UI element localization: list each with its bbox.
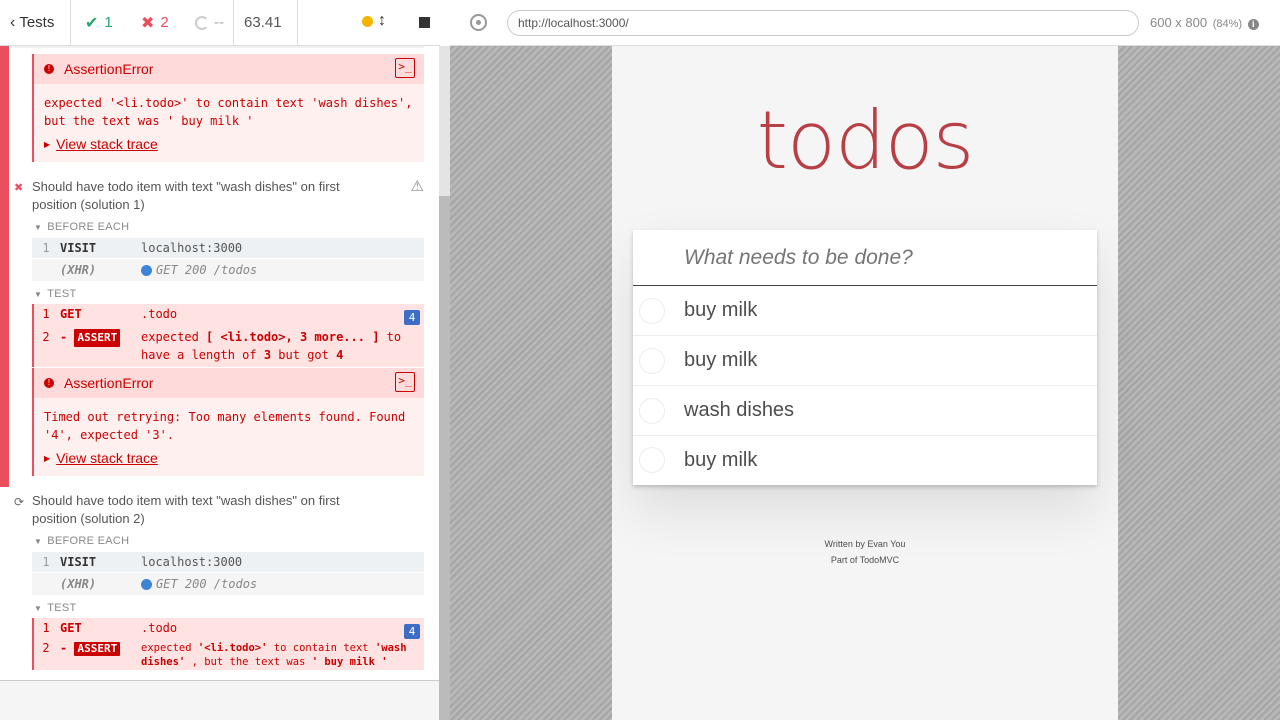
stop-button[interactable] — [419, 17, 430, 28]
error-header: ! AssertionError >_ — [34, 368, 424, 398]
toggle-checkbox[interactable] — [639, 447, 665, 473]
check-icon: ✔ — [85, 14, 99, 32]
todo-item[interactable]: buy milk — [633, 286, 1097, 336]
todo-label: buy milk — [684, 448, 758, 471]
duration: 63.41 — [234, 0, 298, 46]
viewport-info[interactable]: 600 x 800 (84%) i — [1150, 15, 1259, 30]
chevron-left-icon: ‹ — [10, 13, 16, 31]
toggle-checkbox[interactable] — [639, 347, 665, 374]
reporter-scrollbar[interactable] — [439, 46, 450, 720]
failed-count[interactable]: ✖ 2 — [129, 13, 183, 33]
before-each-section[interactable]: ▼ BEFORE EACH — [34, 221, 129, 233]
print-to-console-icon[interactable]: >_ — [395, 58, 415, 78]
spinner-icon — [195, 15, 209, 30]
toggle-checkbox[interactable] — [639, 297, 665, 324]
test-section[interactable]: ▼ TEST — [34, 602, 77, 614]
test-reporter: ‹ Tests ✔ 1 ✖ 2 -- 63.41 ↕ ! AssertionEr… — [0, 0, 440, 720]
todo-item[interactable]: buy milk — [633, 435, 1097, 485]
todo-label: buy milk — [684, 299, 758, 321]
scrollbar-thumb[interactable] — [439, 196, 450, 720]
caret-right-icon: ▶ — [44, 453, 51, 463]
reporter-header: ‹ Tests ✔ 1 ✖ 2 -- 63.41 ↕ — [0, 0, 440, 46]
assertion-error-panel: ! AssertionError >_ expected '<li.todo>'… — [32, 54, 424, 162]
error-message: expected '<li.todo>' to contain text 'wa… — [44, 96, 413, 128]
running-indicator-icon — [362, 16, 373, 27]
command-row[interactable]: (XHR) GET 200 /todos — [32, 573, 424, 595]
command-row[interactable]: 1 VISIT localhost:3000 — [32, 552, 424, 572]
error-title: AssertionError — [64, 61, 154, 77]
pending-count[interactable]: -- — [183, 14, 233, 31]
command-row[interactable]: 1 VISIT localhost:3000 — [32, 238, 424, 258]
caret-down-icon: ▼ — [34, 289, 43, 299]
warning-icon[interactable]: ⚠ — [411, 178, 424, 196]
stack-trace-toggle[interactable]: ▶ View stack trace — [34, 444, 424, 466]
error-message: Timed out retrying: Too many elements fo… — [44, 410, 406, 442]
todo-label: buy milk — [684, 349, 758, 371]
reporter-footer — [0, 680, 440, 720]
stack-trace-toggle[interactable]: ▶ View stack trace — [34, 130, 424, 152]
before-each-section[interactable]: ▼ BEFORE EACH — [34, 535, 129, 547]
xhr-status-dot-icon — [141, 578, 152, 590]
command-row[interactable]: 2 - ASSERT expected '<li.todo>' to conta… — [32, 641, 424, 669]
x-icon: ✖ — [141, 14, 155, 32]
command-row[interactable]: 1 GET .todo 4 — [32, 307, 424, 325]
command-row[interactable]: 2 - ASSERT expected [ <li.todo>, 3 more.… — [32, 328, 424, 364]
caret-down-icon: ▼ — [34, 536, 43, 546]
failed-indicator-bar — [0, 46, 9, 487]
new-todo-input[interactable] — [633, 230, 1097, 286]
app-footer-info: Written by Evan You Part of TodoMVC — [824, 539, 906, 565]
tests-label: Tests — [19, 14, 55, 31]
test-section[interactable]: ▼ TEST — [34, 288, 77, 300]
print-to-console-icon[interactable]: >_ — [395, 372, 415, 392]
caret-down-icon: ▼ — [34, 222, 43, 232]
caret-down-icon: ▼ — [34, 603, 43, 613]
passed-count[interactable]: ✔ 1 — [71, 13, 129, 33]
todo-app: buy milk buy milk wash dishes buy milk — [633, 230, 1097, 485]
test-title[interactable]: ✖ Should have todo item with text "wash … — [14, 178, 424, 214]
autoscroll-toggle-icon[interactable]: ↕ — [378, 12, 386, 30]
todo-label: wash dishes — [684, 399, 795, 421]
selector-playground-icon[interactable] — [470, 14, 487, 31]
element-count-badge: 4 — [404, 624, 420, 639]
view-stack-trace-link[interactable]: View stack trace — [56, 136, 158, 152]
caret-right-icon: ▶ — [44, 139, 51, 149]
toggle-checkbox[interactable] — [639, 397, 665, 424]
error-icon: ! — [44, 64, 54, 74]
app-title: todos — [756, 94, 975, 187]
error-header: ! AssertionError >_ — [34, 54, 424, 84]
aut-header: http://localhost:3000/ 600 x 800 (84%) i — [450, 0, 1280, 46]
aut-iframe: todos buy milk buy milk wash dishes buy … — [612, 46, 1118, 720]
reporter-body: ! AssertionError >_ expected '<li.todo>'… — [0, 46, 440, 680]
assertion-error-panel: ! AssertionError >_ Timed out retrying: … — [32, 368, 424, 476]
info-icon: i — [1247, 19, 1259, 30]
error-icon: ! — [44, 378, 54, 388]
xhr-status-dot-icon — [141, 264, 152, 276]
error-title: AssertionError — [64, 375, 154, 391]
running-test-icon: ⟳ — [14, 495, 25, 509]
todo-item[interactable]: wash dishes — [633, 386, 1097, 436]
failed-test-icon: ✖ — [14, 182, 24, 194]
test-title[interactable]: ⟳ Should have todo item with text "wash … — [14, 492, 424, 528]
view-stack-trace-link[interactable]: View stack trace — [56, 450, 158, 466]
todo-item[interactable]: buy milk — [633, 336, 1097, 386]
command-row[interactable]: 1 GET .todo 4 — [32, 621, 424, 639]
url-bar[interactable]: http://localhost:3000/ — [507, 10, 1139, 36]
command-row[interactable]: (XHR) GET 200 /todos — [32, 259, 424, 281]
tests-back-button[interactable]: ‹ Tests — [0, 0, 71, 46]
element-count-badge: 4 — [404, 310, 420, 325]
